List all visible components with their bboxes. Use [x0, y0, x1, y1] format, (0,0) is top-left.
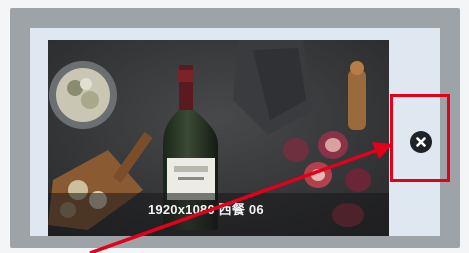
highlight-box	[390, 94, 450, 182]
image-caption: 1920x1080 西餐 06	[148, 202, 264, 217]
